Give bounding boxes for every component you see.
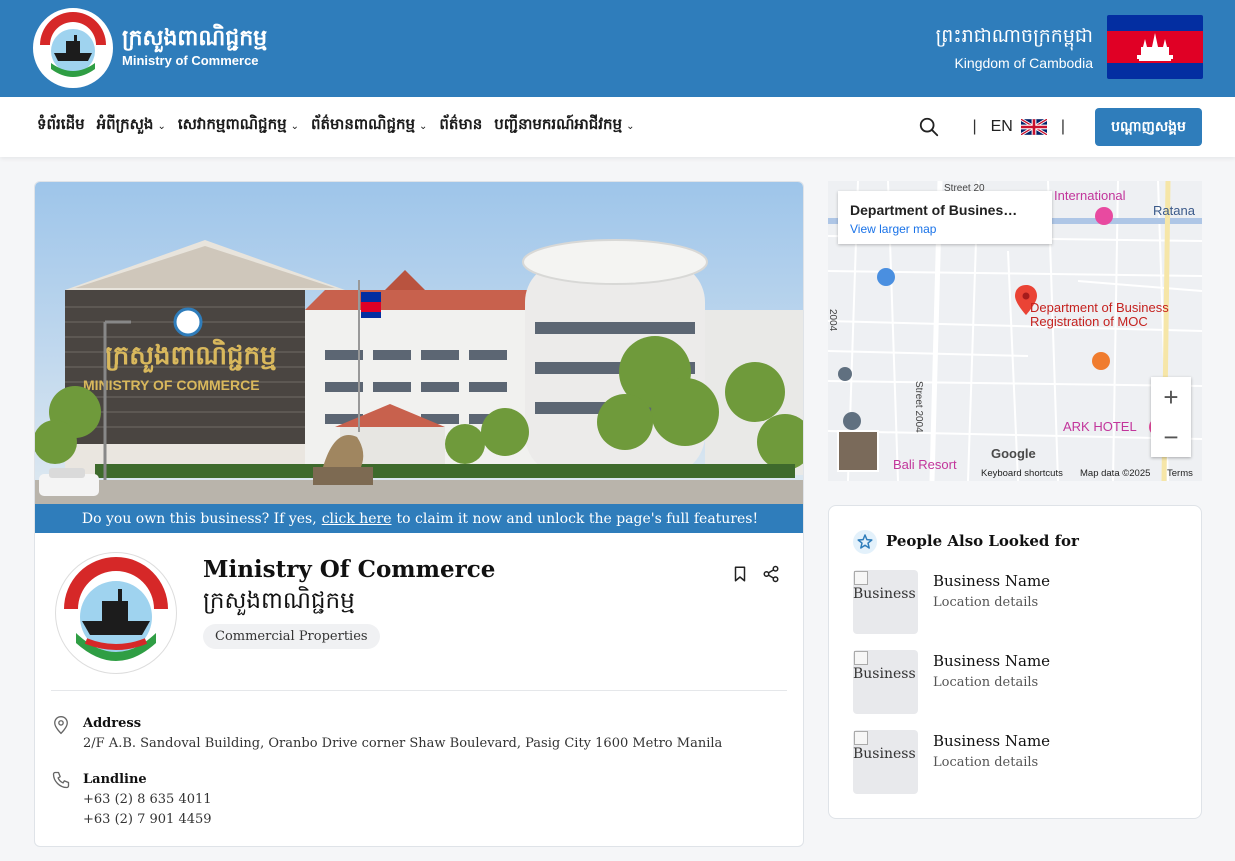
chevron-down-icon: ⌄ — [626, 120, 635, 132]
thumbnail-alt-text: Business — [853, 586, 916, 602]
map-label-bali-resort: Bali Resort — [893, 457, 957, 472]
nav-separator: | — [1060, 118, 1065, 135]
kingdom-title-km: ព្រះរាជាណាចក្រកម្ពុជា — [935, 25, 1093, 47]
nav-menu: ទំព័រដើម អំពីក្រសួង ⌄ សេវាកម្មពាណិជ្ជកម្ម… — [37, 115, 634, 137]
map-data-attribution: Map data ©2025 — [1080, 468, 1151, 479]
view-larger-map-link[interactable]: View larger map — [850, 222, 1040, 236]
embedded-map[interactable]: Department of Busines… View larger map D… — [828, 181, 1202, 481]
nav-item-label: បញ្ជីនាមករណ៍អាជីវកម្ម — [494, 115, 623, 133]
site-title-en: Ministry of Commerce — [122, 53, 259, 68]
chevron-down-icon: ⌄ — [157, 120, 166, 132]
cambodia-flag-icon — [1107, 15, 1203, 79]
list-item[interactable]: Business Business Name Location details — [853, 650, 1183, 714]
social-network-button[interactable]: បណ្តាញសង្គម — [1095, 108, 1202, 146]
main-nav: ទំព័រដើម អំពីក្រសួង ⌄ សេវាកម្មពាណិជ្ជកម្ម… — [0, 97, 1235, 157]
map-place-title: Department of Busines… — [850, 202, 1018, 218]
business-name: Ministry Of Commerce — [203, 556, 496, 583]
map-pin-label-line1: Department of Business — [1030, 300, 1169, 315]
kingdom-title-en: Kingdom of Cambodia — [954, 55, 1093, 71]
map-pin-label: Department of Business Registration of M… — [1030, 301, 1169, 329]
map-zoom-control: + − — [1151, 377, 1191, 457]
building-sign-en: MINISTRY OF COMMERCE — [83, 377, 260, 393]
map-label-2004: 2004 — [828, 309, 838, 332]
chevron-down-icon: ⌄ — [290, 120, 299, 132]
map-label-ratana: Ratana — [1153, 203, 1195, 218]
bookmark-icon[interactable] — [731, 565, 749, 583]
related-title: People Also Looked for — [886, 532, 1079, 550]
search-icon[interactable] — [918, 116, 940, 138]
share-icon[interactable] — [762, 565, 780, 583]
language-code: EN — [990, 118, 1013, 135]
nav-item-business-registry[interactable]: បញ្ជីនាមករណ៍អាជីវកម្ម ⌄ — [494, 115, 634, 137]
cover-photo: ក្រសួងពាណិជ្ជកម្ម MINISTRY OF COMMERCE — [35, 182, 803, 504]
map-pin-label-line2: Registration of MOC — [1030, 314, 1148, 329]
list-item[interactable]: Business Business Name Location details — [853, 570, 1183, 634]
uk-flag-icon — [1020, 119, 1047, 135]
nav-item-label: ព័ត៌មានពាណិជ្ជកម្ម — [311, 115, 416, 133]
nav-item-home[interactable]: ទំព័រដើម — [37, 115, 85, 137]
related-business-name: Business Name — [933, 572, 1051, 590]
nav-item-trade-info[interactable]: ព័ត៌មានពាណិជ្ជកម្ម ⌄ — [311, 115, 427, 137]
map-terms-link[interactable]: Terms — [1167, 468, 1193, 479]
section-divider — [51, 690, 787, 691]
related-business-name: Business Name — [933, 732, 1051, 750]
location-pin-icon — [54, 715, 68, 735]
related-business-name: Business Name — [933, 652, 1051, 670]
site-title-km: ក្រសួងពាណិជ្ជកម្ម — [122, 26, 268, 51]
ministry-logo[interactable] — [33, 8, 113, 88]
business-name-km: ក្រសួងពាណិជ្ជកម្ម — [203, 588, 355, 614]
related-business-location: Location details — [933, 755, 1039, 770]
business-thumbnail: Business — [853, 730, 918, 794]
phone-number[interactable]: +63 (2) 7 901 4459 — [83, 812, 212, 827]
map-label-street-top: Street 20 — [944, 183, 985, 194]
claim-text-prefix: Do you own this business? If yes, — [81, 510, 317, 527]
landline-label: Landline — [83, 772, 147, 787]
category-tag[interactable]: Commercial Properties — [203, 624, 380, 649]
nav-item-news[interactable]: ព័ត៌មាន — [439, 115, 482, 137]
building-sign-km: ក្រសួងពាណិជ្ជកម្ម — [105, 338, 277, 373]
nav-item-services[interactable]: សេវាកម្មពាណិជ្ជកម្ម ⌄ — [178, 115, 299, 137]
language-switcher[interactable]: EN — [991, 118, 1047, 136]
related-businesses-card: People Also Looked for Business Business… — [828, 505, 1202, 819]
business-profile-card: ក្រសួងពាណិជ្ជកម្ម MINISTRY OF COMMERCE D… — [34, 181, 804, 847]
chevron-down-icon: ⌄ — [419, 120, 428, 132]
google-logo: Google — [991, 446, 1036, 461]
claim-text-suffix: to claim it now and unlock the page's fu… — [396, 510, 759, 527]
thumbnail-alt-text: Business — [853, 666, 916, 682]
map-label-international: International — [1054, 188, 1126, 203]
nav-item-label: អំពីក្រសួង — [96, 115, 154, 133]
claim-business-banner: Do you own this business? If yes, click … — [35, 504, 803, 533]
nav-separator: | — [972, 118, 977, 135]
phone-number[interactable]: +63 (2) 8 635 4011 — [83, 792, 212, 807]
zoom-out-button[interactable]: − — [1151, 417, 1191, 457]
address-label: Address — [83, 716, 142, 731]
star-icon — [853, 530, 877, 554]
broken-image-icon — [854, 651, 868, 665]
broken-image-icon — [854, 571, 868, 585]
map-label-street-2004: Street 2004 — [913, 381, 924, 433]
top-header: ក្រសួងពាណិជ្ជកម្ម Ministry of Commerce ព… — [0, 0, 1235, 97]
related-business-location: Location details — [933, 675, 1039, 690]
phone-icon — [52, 771, 70, 789]
keyboard-shortcuts-link[interactable]: Keyboard shortcuts — [981, 468, 1063, 479]
address-value: 2/F A.B. Sandoval Building, Oranbo Drive… — [83, 736, 723, 751]
nav-item-label: ទំព័រដើម — [37, 115, 85, 133]
map-label-ark-hotel: ARK HOTEL — [1063, 419, 1137, 434]
nav-item-about[interactable]: អំពីក្រសួង ⌄ — [97, 115, 166, 137]
nav-item-label: ព័ត៌មាន — [439, 115, 483, 133]
related-business-location: Location details — [933, 595, 1039, 610]
list-item[interactable]: Business Business Name Location details — [853, 730, 1183, 794]
business-thumbnail: Business — [853, 570, 918, 634]
nav-item-label: សេវាកម្មពាណិជ្ជកម្ម — [177, 115, 287, 133]
claim-link[interactable]: click here — [322, 511, 392, 527]
zoom-in-button[interactable]: + — [1151, 377, 1191, 417]
business-thumbnail: Business — [853, 650, 918, 714]
nav-actions: | EN | បណ្តាញសង្គម — [918, 108, 1202, 146]
map-place-card: Department of Busines… View larger map — [838, 191, 1052, 244]
broken-image-icon — [854, 731, 868, 745]
thumbnail-alt-text: Business — [853, 746, 916, 762]
business-logo — [55, 552, 177, 674]
